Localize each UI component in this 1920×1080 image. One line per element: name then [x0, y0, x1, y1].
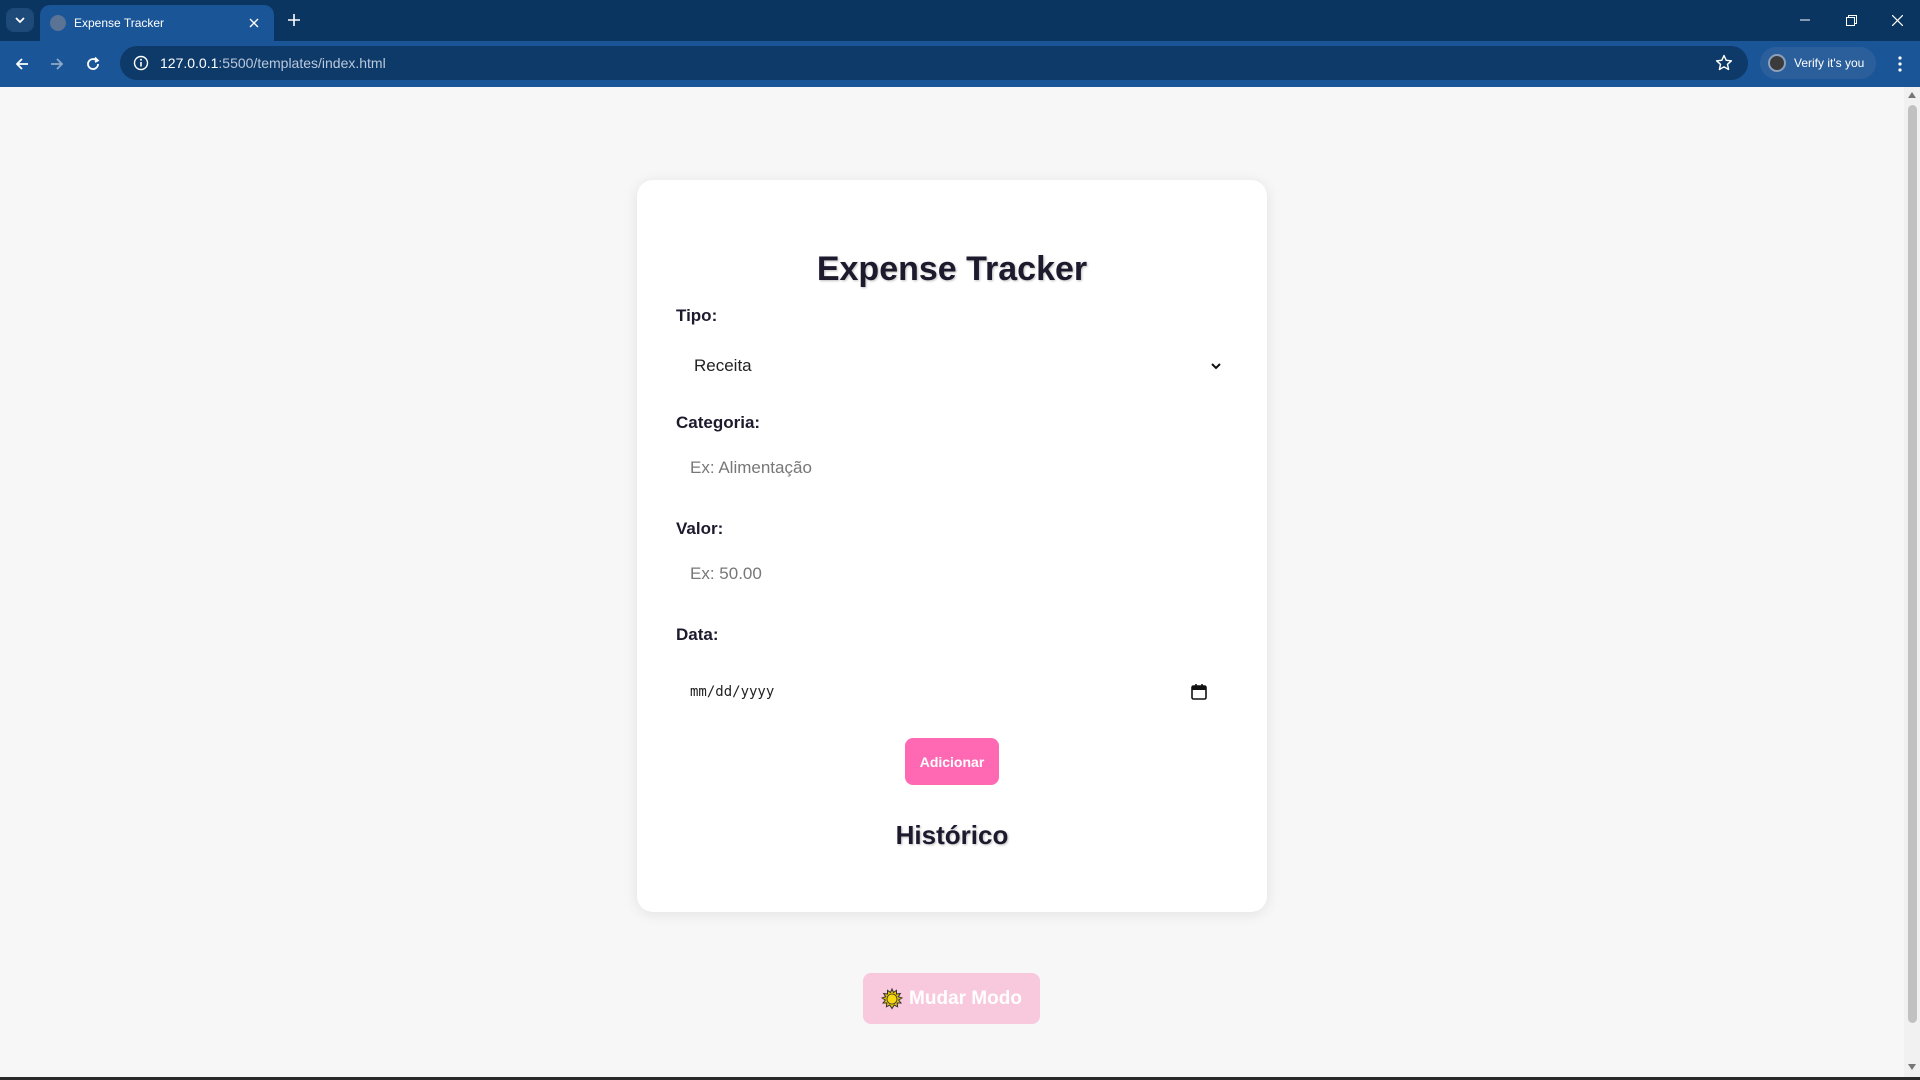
- forward-icon: [51, 58, 64, 70]
- tab-close-button[interactable]: [244, 13, 264, 33]
- add-button[interactable]: Adicionar: [905, 738, 999, 785]
- tab-list-icon: [15, 17, 25, 24]
- restore-icon: [1845, 14, 1857, 26]
- history-title: Histórico: [895, 820, 1009, 850]
- tipo-selected-value: Receita: [694, 356, 752, 375]
- active-tab[interactable]: Expense Tracker: [40, 5, 274, 41]
- scroll-down-arrow[interactable]: [1908, 1063, 1916, 1071]
- sun-icon: [881, 987, 904, 1009]
- minimize-icon: [1800, 19, 1810, 21]
- back-button[interactable]: [8, 50, 36, 78]
- chevron-up-icon: [1908, 92, 1916, 98]
- expense-form-card: Expense Tracker Tipo: Receita Categoria:…: [637, 180, 1267, 912]
- page-title: Expense Tracker: [816, 250, 1088, 288]
- new-tab-button[interactable]: [282, 8, 306, 32]
- valor-input[interactable]: [676, 551, 1228, 597]
- scrollbar-thumb[interactable]: [1908, 105, 1917, 1023]
- bookmark-button[interactable]: [1714, 53, 1734, 73]
- toggle-mode-button[interactable]: Mudar Modo: [863, 973, 1040, 1024]
- reload-icon: [87, 56, 100, 70]
- tab-title: Expense Tracker: [74, 16, 165, 30]
- back-icon: [15, 58, 28, 70]
- browser-menu-button[interactable]: [1886, 50, 1914, 78]
- verify-profile-button[interactable]: Verify it's you: [1760, 47, 1876, 79]
- close-icon: [249, 18, 259, 28]
- calendar-icon[interactable]: [1190, 683, 1208, 701]
- browser-toolbar: 127.0.0.1:5500/templates/index.html Veri…: [0, 41, 1920, 87]
- toggle-mode-label: Mudar Modo: [909, 987, 1022, 1009]
- restore-button[interactable]: [1828, 0, 1874, 40]
- avatar: [1768, 54, 1786, 72]
- date-input[interactable]: mm/dd/yyyy: [676, 669, 1228, 715]
- categoria-input[interactable]: [676, 445, 1228, 491]
- verify-label: Verify it's you: [1794, 56, 1865, 70]
- url-host: 127.0.0.1: [160, 55, 219, 71]
- minimize-button[interactable]: [1782, 0, 1828, 40]
- scroll-up-arrow[interactable]: [1908, 91, 1916, 99]
- forward-button[interactable]: [43, 50, 71, 78]
- site-info-button[interactable]: [132, 54, 150, 72]
- globe-icon: [50, 15, 66, 31]
- tab-strip: Expense Tracker: [0, 0, 1920, 41]
- chevron-down-icon: [1908, 1064, 1916, 1070]
- window-close-button[interactable]: [1874, 0, 1920, 40]
- page-viewport: Expense Tracker Tipo: Receita Categoria:…: [0, 87, 1904, 1077]
- tipo-select[interactable]: Receita: [676, 343, 1228, 389]
- valor-label: Valor:: [676, 519, 724, 538]
- address-bar[interactable]: 127.0.0.1:5500/templates/index.html: [120, 46, 1748, 80]
- categoria-label: Categoria:: [676, 413, 761, 432]
- info-icon: [133, 55, 149, 71]
- data-label: Data:: [676, 625, 719, 644]
- tipo-label: Tipo:: [676, 306, 718, 325]
- page-scrollbar[interactable]: [1904, 87, 1920, 1077]
- tab-list-button[interactable]: [6, 8, 34, 32]
- chevron-down-icon: [1211, 363, 1221, 370]
- close-icon: [1891, 14, 1903, 26]
- star-icon: [1715, 54, 1733, 71]
- kebab-icon: [1898, 56, 1902, 72]
- plus-icon: [288, 14, 300, 26]
- reload-button[interactable]: [79, 50, 107, 78]
- date-placeholder: mm/dd/yyyy: [690, 684, 775, 700]
- url-path: :5500/templates/index.html: [218, 55, 386, 71]
